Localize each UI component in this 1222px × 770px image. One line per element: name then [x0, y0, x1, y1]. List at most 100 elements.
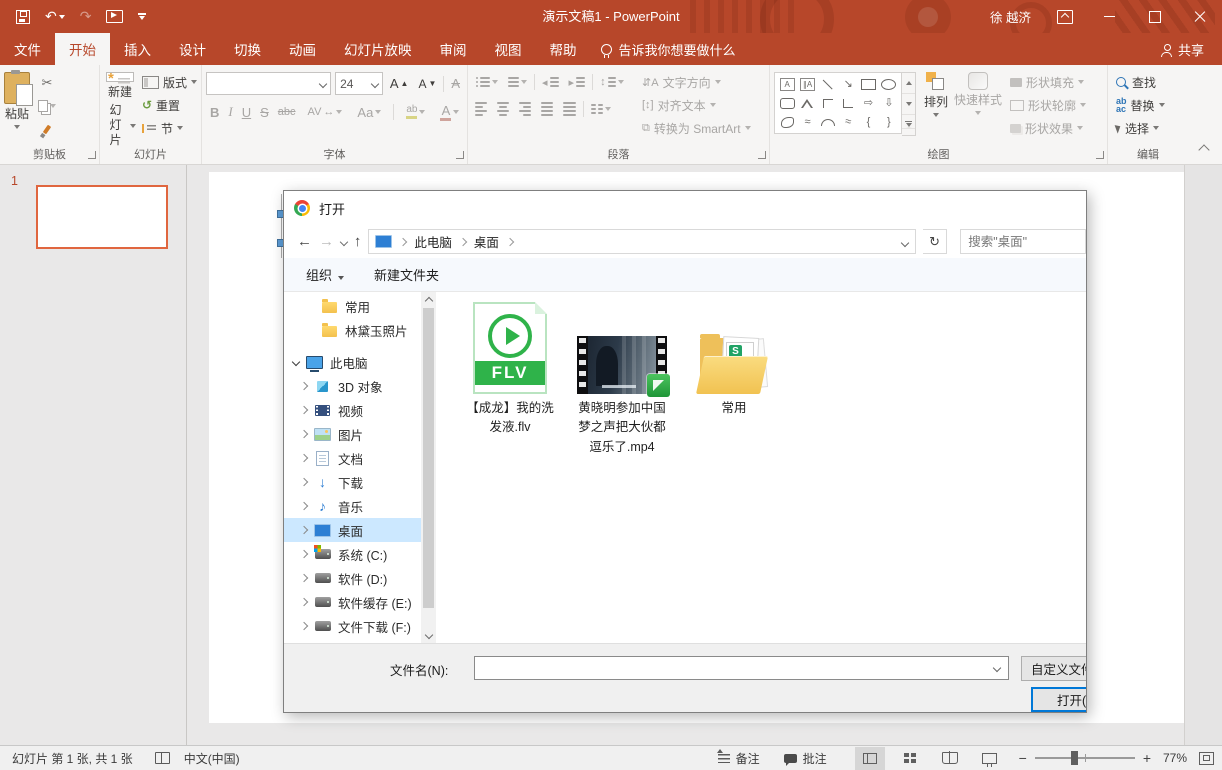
arrange-button[interactable]: 排列 [924, 72, 948, 148]
shape-arrow-icon[interactable]: ↘ [844, 78, 853, 90]
forward-button[interactable]: → [319, 234, 334, 249]
tab-animations[interactable]: 动画 [275, 33, 330, 65]
increase-indent-button[interactable]: ▸ [566, 72, 589, 92]
notes-button[interactable]: 备注 [706, 748, 772, 767]
shape-right-brace-icon[interactable]: } [887, 117, 891, 128]
clear-formatting-button[interactable]: A [448, 74, 463, 94]
section-button[interactable]: 节 [141, 119, 197, 137]
organize-button[interactable]: 组织 [306, 265, 345, 284]
font-dialog-launcher[interactable] [456, 151, 464, 159]
share-button[interactable]: 共享 [1143, 33, 1222, 65]
layout-button[interactable]: 版式 [141, 73, 197, 91]
shape-arc-icon[interactable] [820, 119, 835, 127]
align-text-button[interactable]: [↕] 对齐文本 [642, 96, 751, 114]
tree-item-downloads[interactable]: ↓ 下载 [284, 470, 421, 494]
tell-me-box[interactable]: 告诉我你想要做什么 [600, 33, 736, 65]
minimize-button[interactable] [1087, 0, 1132, 33]
scroll-down-arrow[interactable] [421, 629, 436, 644]
align-center-button[interactable] [494, 99, 512, 119]
chevron-collapsed-icon[interactable] [299, 549, 309, 559]
chevron-collapsed-icon[interactable] [299, 501, 309, 511]
line-spacing-button[interactable]: ↕ [597, 72, 627, 92]
start-slideshow-button[interactable] [106, 10, 124, 23]
breadcrumb-this-pc[interactable]: 此电脑 [414, 232, 452, 251]
shape-triangle-icon[interactable] [801, 99, 814, 109]
character-spacing-button[interactable]: AV ↔ [305, 102, 346, 122]
new-folder-button[interactable]: 新建文件夹 [374, 265, 439, 284]
zoom-slider[interactable] [1034, 751, 1135, 766]
tab-review[interactable]: 审阅 [426, 33, 481, 65]
tab-file[interactable]: 文件 [0, 33, 55, 65]
drawing-dialog-launcher[interactable] [1096, 151, 1104, 159]
shape-block-arrow-right-icon[interactable]: ⇨ [864, 98, 873, 109]
quick-styles-button[interactable]: 快速样式 [954, 72, 1002, 148]
tree-scrollbar[interactable] [421, 292, 436, 644]
comments-button[interactable]: 批注 [772, 750, 839, 767]
shape-effects-button[interactable]: 形状效果 [1010, 119, 1086, 137]
zoom-level[interactable]: 77% [1151, 751, 1187, 765]
shape-elbow-connector-icon[interactable] [822, 99, 833, 109]
shape-textbox-icon[interactable]: A [779, 77, 795, 91]
spell-check-icon[interactable] [154, 752, 170, 764]
shape-fill-button[interactable]: 形状填充 [1010, 73, 1086, 91]
shape-vertical-textbox-icon[interactable]: ∥A [799, 77, 815, 91]
shape-line-icon[interactable] [822, 79, 833, 90]
cut-button[interactable]: ✂ [36, 74, 58, 92]
align-right-button[interactable] [516, 99, 534, 119]
file-type-filter-button[interactable]: 自定义文件 [1021, 656, 1086, 681]
shapes-gallery[interactable]: A ∥A ↘ ⇨ ⇩ ≈ ≈ { } [774, 72, 902, 134]
numbering-button[interactable] [505, 72, 530, 92]
refresh-button[interactable]: ↻ [922, 229, 948, 254]
tree-item-drive-d[interactable]: 软件 (D:) [284, 566, 421, 590]
tree-item-documents[interactable]: 文档 [284, 446, 421, 470]
bold-button[interactable]: B [210, 105, 219, 120]
distribute-button[interactable] [560, 99, 579, 119]
right-scroll-strip[interactable] [1184, 165, 1222, 745]
gallery-more-button[interactable] [902, 115, 915, 135]
open-button[interactable]: 打开(O) [1031, 687, 1086, 712]
grow-font-button[interactable]: A ▲ [387, 74, 412, 94]
zoom-out-button[interactable]: − [1019, 750, 1027, 766]
chevron-collapsed-icon[interactable] [299, 453, 309, 463]
tree-item-drive-c[interactable]: 系统 (C:) [284, 542, 421, 566]
shapes-gallery-scrollbar[interactable] [902, 72, 916, 136]
fit-slide-to-window-button[interactable] [1199, 751, 1214, 765]
font-name-combobox[interactable] [206, 72, 332, 95]
scrollbar-thumb[interactable] [423, 308, 434, 608]
chevron-collapsed-icon[interactable] [299, 573, 309, 583]
scroll-up-arrow[interactable] [421, 292, 436, 307]
tab-design[interactable]: 设计 [165, 33, 220, 65]
shape-rectangle-icon[interactable] [860, 78, 876, 90]
justify-button[interactable] [538, 99, 556, 119]
italic-button[interactable]: I [228, 104, 232, 120]
user-name[interactable]: 徐 越济 [990, 7, 1031, 26]
align-left-button[interactable] [472, 99, 490, 119]
chevron-collapsed-icon[interactable] [299, 381, 309, 391]
slide-thumbnail[interactable] [36, 185, 168, 249]
shrink-font-button[interactable]: A ▼ [415, 74, 439, 94]
tree-item-videos[interactable]: 视频 [284, 398, 421, 422]
chevron-collapsed-icon[interactable] [299, 477, 309, 487]
underline-button[interactable]: U [242, 105, 251, 120]
customize-qat-button[interactable] [138, 13, 147, 20]
tab-slideshow[interactable]: 幻灯片放映 [330, 33, 426, 65]
address-dropdown-button[interactable] [900, 234, 915, 249]
tree-item-3d-objects[interactable]: 3D 对象 [284, 374, 421, 398]
up-button[interactable]: ↑ [354, 234, 362, 249]
recent-locations-dropdown[interactable] [339, 237, 349, 246]
tree-item-pictures[interactable]: 图片 [284, 422, 421, 446]
shape-curve-icon[interactable]: ≈ [844, 116, 852, 129]
chevron-collapsed-icon[interactable] [299, 525, 309, 535]
font-color-button[interactable]: A [437, 102, 462, 122]
shape-outline-button[interactable]: 形状轮廓 [1010, 96, 1087, 114]
slideshow-view-button[interactable] [975, 747, 1005, 770]
breadcrumb[interactable]: 此电脑 桌面 [368, 229, 916, 254]
tree-item-lindaiyu-photos[interactable]: 林黛玉照片 [284, 318, 421, 342]
columns-button[interactable] [588, 99, 614, 119]
paste-button[interactable]: 粘贴 [4, 70, 33, 148]
text-direction-button[interactable]: ⇵A 文字方向 [642, 73, 751, 91]
format-painter-button[interactable] [36, 120, 58, 138]
file-item-mp4[interactable]: 黄晓明参加中国梦之声把大伙都逗乐了.mp4 [566, 298, 678, 457]
decrease-indent-button[interactable]: ◂ [539, 72, 562, 92]
select-button[interactable]: 选择 [1114, 119, 1165, 137]
